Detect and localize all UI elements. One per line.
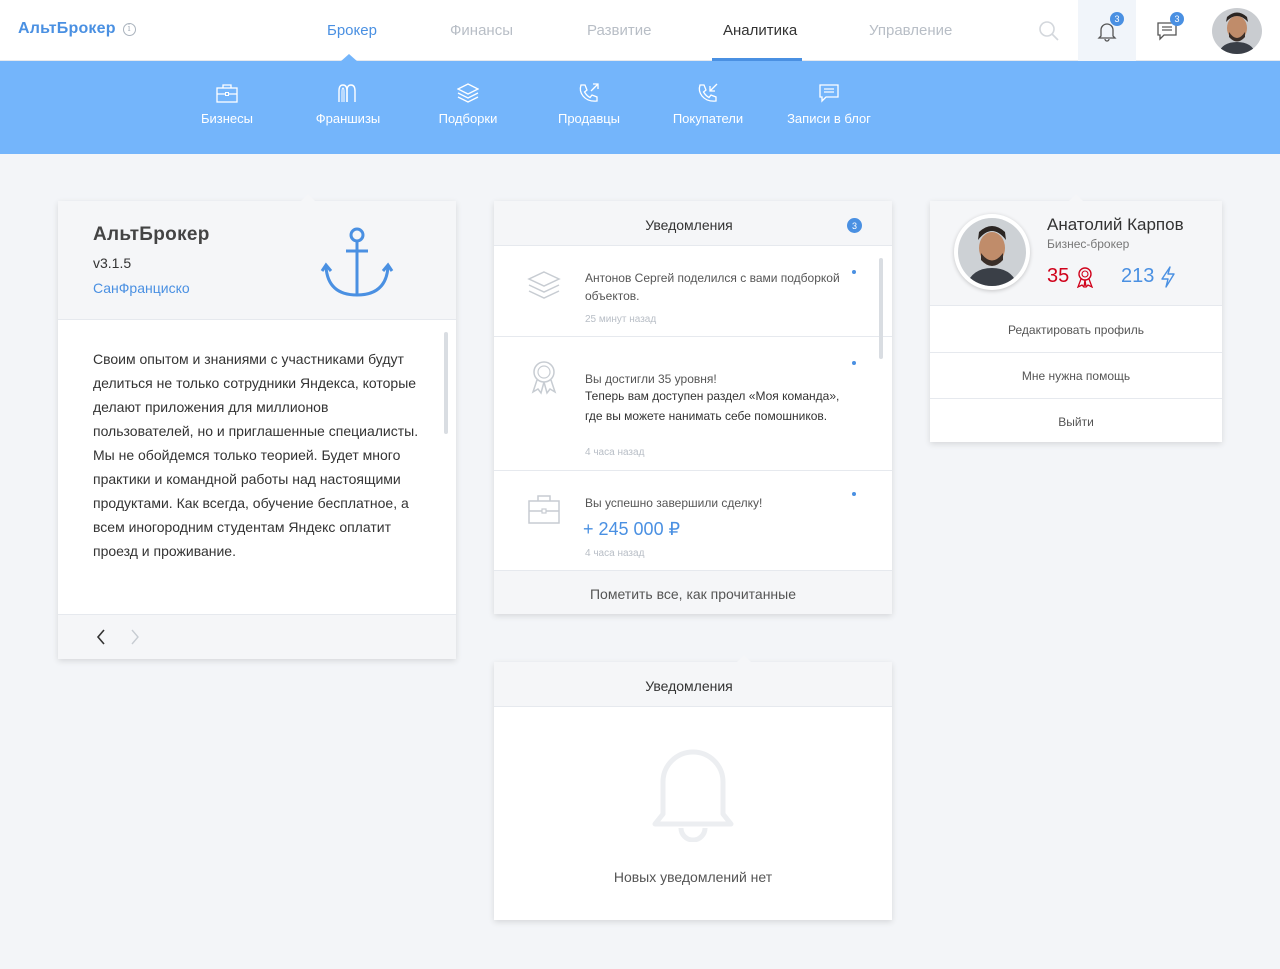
profile-header: Анатолий Карпов Бизнес-брокер 35 213 xyxy=(930,201,1222,306)
notifications-button[interactable]: 3 xyxy=(1078,0,1136,61)
award-icon xyxy=(1077,266,1094,288)
notification-text: Антонов Сергей поделился с вами подборко… xyxy=(585,271,840,303)
level-value: 35 xyxy=(1047,265,1070,287)
notification-item[interactable]: Вы успешно завершили сделку! + 245 000 ₽… xyxy=(494,471,892,570)
deal-amount: + 245 000 ₽ xyxy=(583,519,681,539)
subnav-label: Подборки xyxy=(438,111,498,126)
about-card-footer xyxy=(58,614,456,659)
nav-development[interactable]: Развитие xyxy=(587,22,652,39)
notification-item[interactable]: Вы достигли 35 уровня! Теперь вам доступ… xyxy=(494,337,892,471)
top-bar: АльтБрокер i Брокер Финансы Развитие Ана… xyxy=(0,0,1280,61)
unread-dot xyxy=(852,492,856,496)
messages-button[interactable]: 3 xyxy=(1138,0,1196,61)
edit-profile-button[interactable]: Редактировать профиль xyxy=(930,307,1222,353)
message-icon xyxy=(819,84,839,103)
notifications-count-badge: 3 xyxy=(847,218,862,233)
empty-notifications-text: Новых уведомлений нет xyxy=(613,869,773,885)
about-text: Своим опытом и знаниями с участниками бу… xyxy=(93,351,419,559)
about-card-header: АльтБрокер v3.1.5 СанФранциско xyxy=(58,201,456,320)
profile-card: Анатолий Карпов Бизнес-брокер 35 213 Ред… xyxy=(930,194,1222,445)
subnav-label: Продавцы xyxy=(557,111,621,126)
logout-button[interactable]: Выйти xyxy=(930,399,1222,445)
user-avatar[interactable] xyxy=(1212,8,1262,54)
lightning-icon xyxy=(1161,265,1176,288)
notification-text: Вы успешно завершили сделку! xyxy=(585,496,763,510)
notification-item[interactable]: Антонов Сергей поделился с вами подборко… xyxy=(494,246,892,337)
unread-dot xyxy=(852,270,856,274)
notifications-badge: 3 xyxy=(1110,12,1124,26)
bell-icon xyxy=(652,749,734,842)
info-icon[interactable]: i xyxy=(122,22,136,36)
layers-icon xyxy=(457,83,479,103)
subnav-blog[interactable]: Записи в блог xyxy=(774,83,884,126)
profile-points: 213 xyxy=(1121,265,1176,288)
notifications-header: Уведомления 3 xyxy=(494,201,892,246)
profile-role: Бизнес-брокер xyxy=(1047,237,1130,251)
award-icon xyxy=(531,361,557,395)
about-city-link[interactable]: СанФранциско xyxy=(93,280,190,296)
subnav-label: Покупатели xyxy=(672,111,744,126)
subnav-sellers[interactable]: Продавцы xyxy=(534,83,644,126)
profile-name: Анатолий Карпов xyxy=(1047,215,1184,234)
nav-finance[interactable]: Финансы xyxy=(450,22,513,39)
scrollbar[interactable] xyxy=(444,332,448,434)
scrollbar[interactable] xyxy=(879,258,883,359)
search-icon xyxy=(1039,20,1059,41)
subnav-franchises[interactable]: Франшизы xyxy=(293,83,403,126)
about-card: АльтБрокер v3.1.5 СанФранциско Своим опы… xyxy=(58,194,456,659)
phone-outgoing-icon xyxy=(579,83,599,102)
unread-dot xyxy=(852,361,856,365)
subnav-buyers[interactable]: Покупатели xyxy=(653,83,763,126)
empty-notifications-card: Уведомления Новых уведомлений нет xyxy=(494,655,892,920)
empty-notifications-header: Уведомления xyxy=(494,662,892,707)
profile-level: 35 xyxy=(1047,265,1095,288)
notification-time: 4 часа назад xyxy=(585,548,645,559)
nav-broker[interactable]: Брокер xyxy=(327,22,377,39)
points-value: 213 xyxy=(1121,265,1155,287)
subnav-label: Франшизы xyxy=(315,111,381,126)
about-version: v3.1.5 xyxy=(93,255,132,271)
sub-navigation: Бизнесы Франшизы Подборки Продавцы Покуп… xyxy=(0,61,1280,154)
about-title: АльтБрокер xyxy=(93,224,210,245)
help-button[interactable]: Мне нужна помощь xyxy=(930,353,1222,399)
phone-incoming-icon xyxy=(698,83,718,102)
notification-time: 4 часа назад xyxy=(585,447,645,458)
mark-all-read-button[interactable]: Пометить все, как прочитанные xyxy=(494,570,892,614)
nav-management[interactable]: Управление xyxy=(869,22,952,39)
search-button[interactable] xyxy=(1020,0,1078,61)
app-logo[interactable]: АльтБрокер i xyxy=(18,20,136,38)
chevron-right-icon[interactable] xyxy=(130,629,140,645)
chevron-left-icon[interactable] xyxy=(96,629,106,645)
notification-time: 25 минут назад xyxy=(585,314,657,325)
subnav-collections[interactable]: Подборки xyxy=(413,83,523,126)
franchise-icon xyxy=(338,84,356,102)
briefcase-icon xyxy=(216,84,238,103)
briefcase-icon xyxy=(528,495,560,524)
notification-detail: Теперь вам доступен раздел «Моя команда»… xyxy=(585,389,840,423)
subnav-label: Записи в блог xyxy=(787,111,871,126)
notifications-card: Уведомления 3 Антонов Сергей поделился с… xyxy=(494,201,892,614)
subnav-businesses[interactable]: Бизнесы xyxy=(172,83,282,126)
layers-icon xyxy=(527,271,561,299)
nav-analytics[interactable]: Аналитика xyxy=(723,22,797,39)
profile-avatar xyxy=(954,214,1030,290)
notifications-title: Уведомления xyxy=(645,217,733,233)
subnav-label: Бизнесы xyxy=(200,111,253,126)
app-title: АльтБрокер xyxy=(18,20,116,37)
empty-notifications-title: Уведомления xyxy=(645,678,733,694)
active-nav-pointer xyxy=(340,54,358,62)
anchor-icon xyxy=(320,227,394,297)
messages-badge: 3 xyxy=(1170,12,1184,26)
